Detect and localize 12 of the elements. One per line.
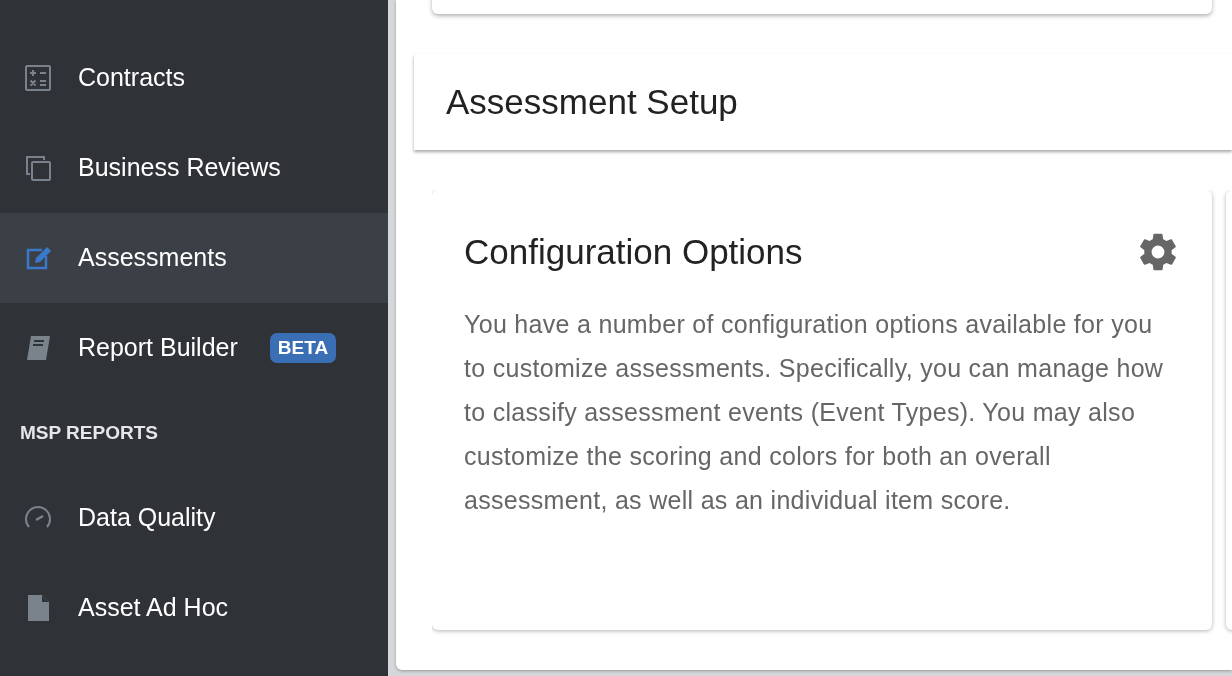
card-description: You have a number of configuration options available for you to customize assessments. Specifically, you can manage how to classify assessment events (Event Types). You may also customize the scoring and colors for both an overall assessment, as well as an individual item score. [464,309,1165,516]
sidebar-item[interactable]: Assessments [0,213,388,303]
sidebar-item[interactable]: Contracts [0,33,388,123]
beta-badge: BETA [269,332,337,364]
sidebar-item[interactable]: Data Quality [0,473,388,563]
sidebar-item[interactable]: Business Reviews [0,123,388,213]
calculator-icon [22,62,54,94]
card-title: Configuration Options [464,231,803,273]
page-title: Assessment Setup [446,81,738,123]
sidebar-item[interactable]: Report Builder BETA [0,303,388,393]
section-heading: MSP REPORTS [19,420,159,445]
sidebar-item[interactable]: Asset Ad Hoc [0,563,388,653]
